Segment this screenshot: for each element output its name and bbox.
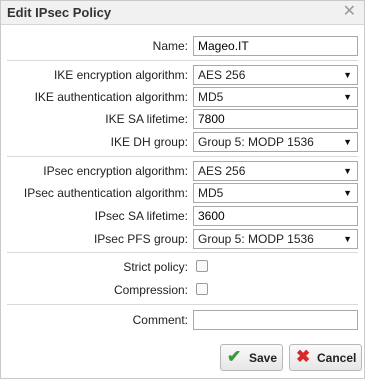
divider (7, 156, 358, 157)
ipsec-encryption-value: AES 256 (198, 164, 246, 178)
ipsec-pfs-group-label: IPsec PFS group: (93, 232, 188, 246)
compression-row: Compression: (1, 280, 364, 300)
comment-label: Comment: (132, 313, 188, 327)
name-row: Name: (1, 36, 364, 56)
ipsec-sa-lifetime-row: IPsec SA lifetime: (1, 206, 364, 226)
cancel-x-icon: ✖ (296, 347, 311, 366)
ike-dh-group-row: IKE DH group: Group 5: MODP 1536 ▼ (1, 132, 364, 152)
dialog-title: Edit IPsec Policy (7, 5, 112, 20)
ipsec-authentication-label: IPsec authentication algorithm: (23, 186, 188, 200)
comment-input[interactable] (193, 310, 358, 330)
ipsec-encryption-label: IPsec encryption algorithm: (43, 164, 188, 178)
comment-row: Comment: (1, 310, 364, 330)
ike-sa-lifetime-input[interactable] (193, 109, 358, 129)
strict-policy-label: Strict policy: (123, 260, 188, 274)
ike-encryption-value: AES 256 (198, 68, 246, 82)
ipsec-pfs-group-select[interactable]: Group 5: MODP 1536 ▼ (193, 229, 358, 249)
ipsec-pfs-group-value: Group 5: MODP 1536 (198, 232, 314, 246)
ike-dh-group-value: Group 5: MODP 1536 (198, 135, 314, 149)
ike-encryption-label: IKE encryption algorithm: (53, 68, 188, 82)
ike-authentication-select[interactable]: MD5 ▼ (193, 87, 358, 107)
strict-policy-checkbox[interactable] (196, 260, 208, 272)
cancel-button-label: Cancel (317, 351, 357, 365)
ipsec-authentication-select[interactable]: MD5 ▼ (193, 183, 358, 203)
ipsec-sa-lifetime-input[interactable] (193, 206, 358, 226)
divider (7, 252, 358, 253)
ike-encryption-select[interactable]: AES 256 ▼ (193, 65, 358, 85)
ike-dh-group-select[interactable]: Group 5: MODP 1536 ▼ (193, 132, 358, 152)
dropdown-arrow-icon: ▼ (343, 70, 352, 80)
ipsec-authentication-value: MD5 (198, 186, 224, 200)
dropdown-arrow-icon: ▼ (343, 188, 352, 198)
ike-authentication-row: IKE authentication algorithm: MD5 ▼ (1, 87, 364, 107)
compression-checkbox[interactable] (196, 283, 208, 295)
compression-label: Compression: (113, 283, 188, 297)
dropdown-arrow-icon: ▼ (343, 92, 352, 102)
ipsec-encryption-row: IPsec encryption algorithm: AES 256 ▼ (1, 161, 364, 181)
name-label: Name: (152, 39, 188, 53)
ipsec-authentication-row: IPsec authentication algorithm: MD5 ▼ (1, 183, 364, 203)
ipsec-pfs-group-row: IPsec PFS group: Group 5: MODP 1536 ▼ (1, 229, 364, 249)
dropdown-arrow-icon: ▼ (343, 166, 352, 176)
ipsec-sa-lifetime-label: IPsec SA lifetime: (94, 209, 188, 223)
close-icon[interactable]: ✕ (343, 3, 356, 21)
divider (7, 60, 358, 61)
checkmark-icon: ✔ (227, 347, 242, 366)
ike-encryption-row: IKE encryption algorithm: AES 256 ▼ (1, 65, 364, 85)
dropdown-arrow-icon: ▼ (343, 137, 352, 147)
ike-sa-lifetime-row: IKE SA lifetime: (1, 109, 364, 129)
dropdown-arrow-icon: ▼ (343, 234, 352, 244)
dialog-titlebar[interactable]: Edit IPsec Policy ✕ (1, 1, 364, 25)
name-input[interactable] (193, 36, 358, 56)
ike-authentication-label: IKE authentication algorithm: (34, 90, 188, 104)
ipsec-encryption-select[interactable]: AES 256 ▼ (193, 161, 358, 181)
ike-dh-group-label: IKE DH group: (110, 135, 188, 149)
save-button[interactable]: ✔ Save (220, 344, 283, 371)
ike-authentication-value: MD5 (198, 90, 224, 104)
divider (7, 304, 358, 305)
cancel-button[interactable]: ✖ Cancel (289, 344, 362, 371)
edit-ipsec-policy-dialog: Edit IPsec Policy ✕ Name: IKE encryption… (0, 0, 365, 379)
ike-sa-lifetime-label: IKE SA lifetime: (105, 112, 188, 126)
strict-policy-row: Strict policy: (1, 257, 364, 277)
save-button-label: Save (249, 351, 278, 365)
